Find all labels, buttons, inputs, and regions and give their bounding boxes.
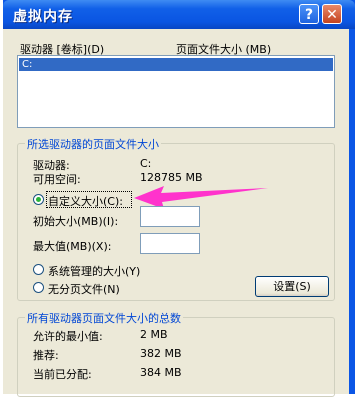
- recommended-label: 推荐:: [33, 349, 59, 362]
- drive-list[interactable]: C:: [17, 55, 335, 128]
- system-managed-radio[interactable]: [33, 264, 44, 275]
- custom-size-label[interactable]: 自定义大小(C):: [48, 193, 123, 209]
- radio-selected-dot: [36, 197, 41, 202]
- no-paging-file-label[interactable]: 无分页文件(N): [48, 281, 120, 297]
- selected-drive-group-title: 所选驱动器的页面文件大小: [25, 136, 161, 152]
- set-button[interactable]: 设置(S): [255, 276, 329, 297]
- help-button[interactable]: ?: [299, 4, 319, 24]
- close-icon: ✕: [326, 7, 338, 23]
- list-item-drive-c[interactable]: C:: [19, 58, 333, 71]
- min-allowed-value: 2 MB: [140, 328, 168, 341]
- title-bar[interactable]: 虚拟内存 ? ✕: [3, 0, 355, 29]
- close-button[interactable]: ✕: [322, 4, 342, 24]
- initial-size-input[interactable]: [140, 206, 200, 227]
- initial-size-label: 初始大小(MB)(I):: [33, 215, 119, 228]
- currently-allocated-value: 384 MB: [140, 366, 182, 379]
- drive-value: C:: [140, 157, 152, 170]
- set-button-label: 设置(S): [273, 280, 311, 293]
- window-title: 虚拟内存: [13, 9, 73, 25]
- max-size-input[interactable]: [140, 233, 200, 254]
- help-icon: ?: [304, 7, 314, 23]
- max-size-label: 最大值(MB)(X):: [33, 240, 112, 253]
- recommended-value: 382 MB: [140, 347, 182, 360]
- drive-item-label: C:: [22, 59, 33, 70]
- free-space-label: 可用空间:: [33, 173, 81, 186]
- custom-size-radio[interactable]: [33, 194, 44, 205]
- totals-group-title: 所有驱动器页面文件大小的总数: [25, 310, 183, 326]
- currently-allocated-label: 当前已分配:: [33, 368, 92, 381]
- min-allowed-label: 允许的最小值:: [33, 330, 103, 343]
- no-paging-file-radio[interactable]: [33, 282, 44, 293]
- system-managed-label[interactable]: 系统管理的大小(Y): [48, 263, 140, 279]
